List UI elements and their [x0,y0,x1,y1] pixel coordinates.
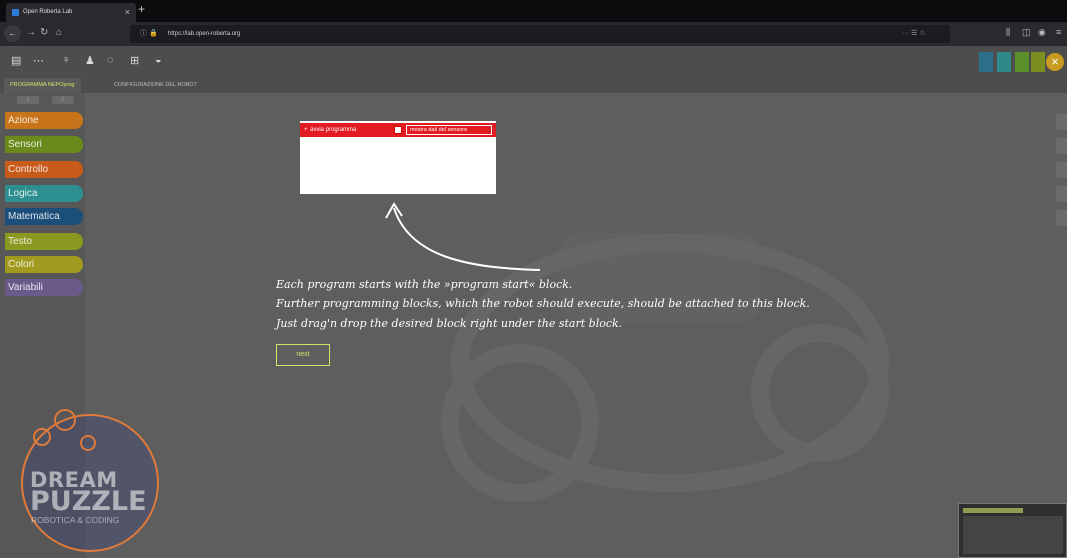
home-icon[interactable]: ⌂ [56,27,62,38]
tab-robot-configuration[interactable]: CONFIGURAZIONE DEL ROBOT [108,78,203,93]
language-icon[interactable]: ◒ [155,54,162,66]
robot-thumb-icon[interactable] [979,52,993,72]
close-tab-icon[interactable]: × [125,3,130,22]
zoom-tool-button[interactable] [1056,186,1067,202]
level-2-tab[interactable]: 2 [52,96,74,104]
video-thumbnail [958,503,1067,558]
category-text[interactable]: Testo [5,233,83,250]
program-icon[interactable]: ▤ [11,54,21,67]
plus-icon[interactable]: + [304,123,308,137]
logo-text-puzzle: PUZZLE [30,486,147,517]
program-tabs: PROGRAMMA NEPOprog CONFIGURAZIONE DEL RO… [0,78,1067,93]
info-tool-button[interactable] [1056,138,1067,154]
tutorial-arrow-icon [385,202,541,271]
favicon-icon [12,9,19,16]
menu-icon[interactable]: ≡ [1056,27,1061,37]
tab-title: Open Roberta Lab [23,9,73,15]
category-control[interactable]: Controllo [5,161,83,178]
browser-tab-strip: Open Roberta Lab × + [0,0,1067,22]
save-tool-button[interactable] [1056,114,1067,130]
tutorial-line-1: Each program starts with the »program st… [276,278,573,291]
code-tool-button[interactable] [1056,162,1067,178]
category-colors[interactable]: Colori [5,256,83,273]
gallery-icon[interactable]: ⊞ [130,54,139,67]
edit-icon[interactable]: ⋯ [33,54,44,67]
new-tab-button[interactable]: + [138,2,145,16]
category-math[interactable]: Matematica [5,208,83,225]
url-field[interactable]: ⓘ 🔒 https://lab.open-roberta.org ··· ☰ ☆ [130,25,950,43]
forward-button[interactable]: → [26,27,36,38]
logo-text-subtitle: ROBOTICA & CODING [31,515,120,525]
page-actions-icon[interactable]: ··· ☰ ☆ [902,25,925,43]
category-actions[interactable]: Azione [5,112,83,129]
app-toolbar: ▤ ⋯ ♀ ♟ ◌ ⊞ ◒ × [0,46,1067,78]
sidebar-icon[interactable]: ◫ [1022,27,1031,38]
help-icon[interactable]: ♀ [62,54,70,66]
tutorial-line-3: Just drag'n drop the desired block right… [276,317,623,330]
close-tour-button[interactable]: × [1046,53,1064,71]
tutorial-line-2: Further programming blocks, which the ro… [276,297,810,310]
lock-icon: ⓘ 🔒 [140,30,158,37]
url-text: https://lab.open-roberta.org [168,31,241,37]
program-start-block[interactable]: + avvia programma mostra dati del sensor… [300,123,496,137]
category-sensors[interactable]: Sensori [5,136,83,153]
browser-tab[interactable]: Open Roberta Lab × [6,3,136,22]
robot-icon[interactable]: ◌ [107,54,114,66]
run-tool-button[interactable] [1056,210,1067,226]
account-icon[interactable]: ◉ [1038,27,1046,38]
library-icon[interactable]: ⫼ [1006,27,1010,38]
tab-program[interactable]: PROGRAMMA NEPOprog [4,78,81,93]
level-1-tab[interactable]: 1 [17,96,39,104]
start-block-label: avvia programma [310,127,357,133]
robot-thumb-icon[interactable] [997,52,1011,72]
user-icon[interactable]: ♟ [85,54,95,67]
back-button[interactable]: ← [4,25,21,42]
robot-thumb-icon[interactable] [1015,52,1029,72]
category-variables[interactable]: Variabili [5,279,83,296]
navigation-bar: ← → ↻ ⌂ ⓘ 🔒 https://lab.open-roberta.org… [0,22,1067,46]
reload-icon[interactable]: ↻ [40,27,48,38]
sensor-data-label: mostra dati del sensore [406,125,492,135]
category-logic[interactable]: Logica [5,185,83,202]
next-button[interactable]: next [276,344,330,366]
robot-thumb-icon[interactable] [1031,52,1045,72]
sensor-checkbox[interactable] [394,126,402,134]
program-canvas-highlight: + avvia programma mostra dati del sensor… [300,121,496,194]
